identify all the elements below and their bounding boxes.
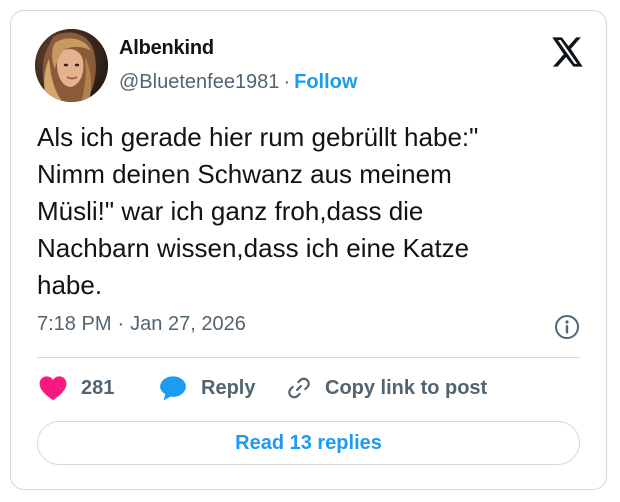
handle-separator: ·	[283, 71, 291, 93]
author-handle-row: @Bluetenfee1981 · Follow	[119, 71, 357, 94]
tweet-date: Jan 27, 2026	[130, 313, 246, 335]
tweet-timestamp[interactable]: 7:18 PM · Jan 27, 2026	[37, 313, 246, 336]
link-icon	[288, 377, 310, 399]
author-handle[interactable]: @Bluetenfee1981	[119, 71, 279, 93]
author-display-name[interactable]: Albenkind	[119, 37, 214, 60]
read-replies-button[interactable]: Read 13 replies	[37, 421, 580, 465]
x-logo-icon[interactable]	[552, 37, 584, 67]
action-bar: 281 Reply Copy link to post	[39, 373, 487, 403]
reply-button[interactable]: Reply	[159, 375, 285, 401]
copy-link-button[interactable]: Copy link to post	[285, 375, 487, 401]
avatar[interactable]	[35, 29, 108, 102]
copy-link-label: Copy link to post	[325, 376, 488, 399]
tweet-card: Albenkind @Bluetenfee1981 · Follow Als ich…	[10, 10, 607, 490]
avatar-image	[35, 29, 108, 102]
info-icon[interactable]	[554, 314, 580, 340]
heart-icon	[39, 376, 67, 401]
like-count: 281	[81, 376, 115, 399]
reply-label: Reply	[201, 376, 256, 399]
tweet-text: Als ich gerade hier rum gebrüllt habe:" …	[37, 122, 479, 300]
tweet-time: 7:18 PM	[37, 313, 112, 335]
like-button[interactable]: 281	[39, 375, 159, 401]
reply-bubble-icon	[160, 376, 186, 401]
follow-button[interactable]: Follow	[294, 71, 357, 93]
divider	[37, 357, 580, 358]
read-replies-label: Read 13 replies	[235, 431, 382, 454]
timestamp-separator: ·	[117, 313, 125, 335]
